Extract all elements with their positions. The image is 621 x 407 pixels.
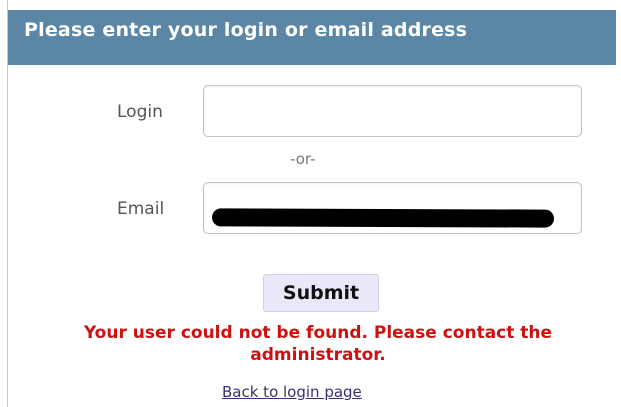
form-header: Please enter your login or email address [8, 10, 616, 65]
login-label: Login [117, 102, 163, 122]
or-separator: -or- [290, 150, 316, 168]
submit-button[interactable]: Submit [263, 274, 379, 312]
error-message: Your user could not be found. Please con… [83, 323, 553, 365]
back-to-login-link[interactable]: Back to login page [222, 383, 362, 401]
login-input[interactable] [203, 85, 582, 137]
email-label: Email [117, 199, 165, 219]
redaction-bar [211, 208, 555, 228]
